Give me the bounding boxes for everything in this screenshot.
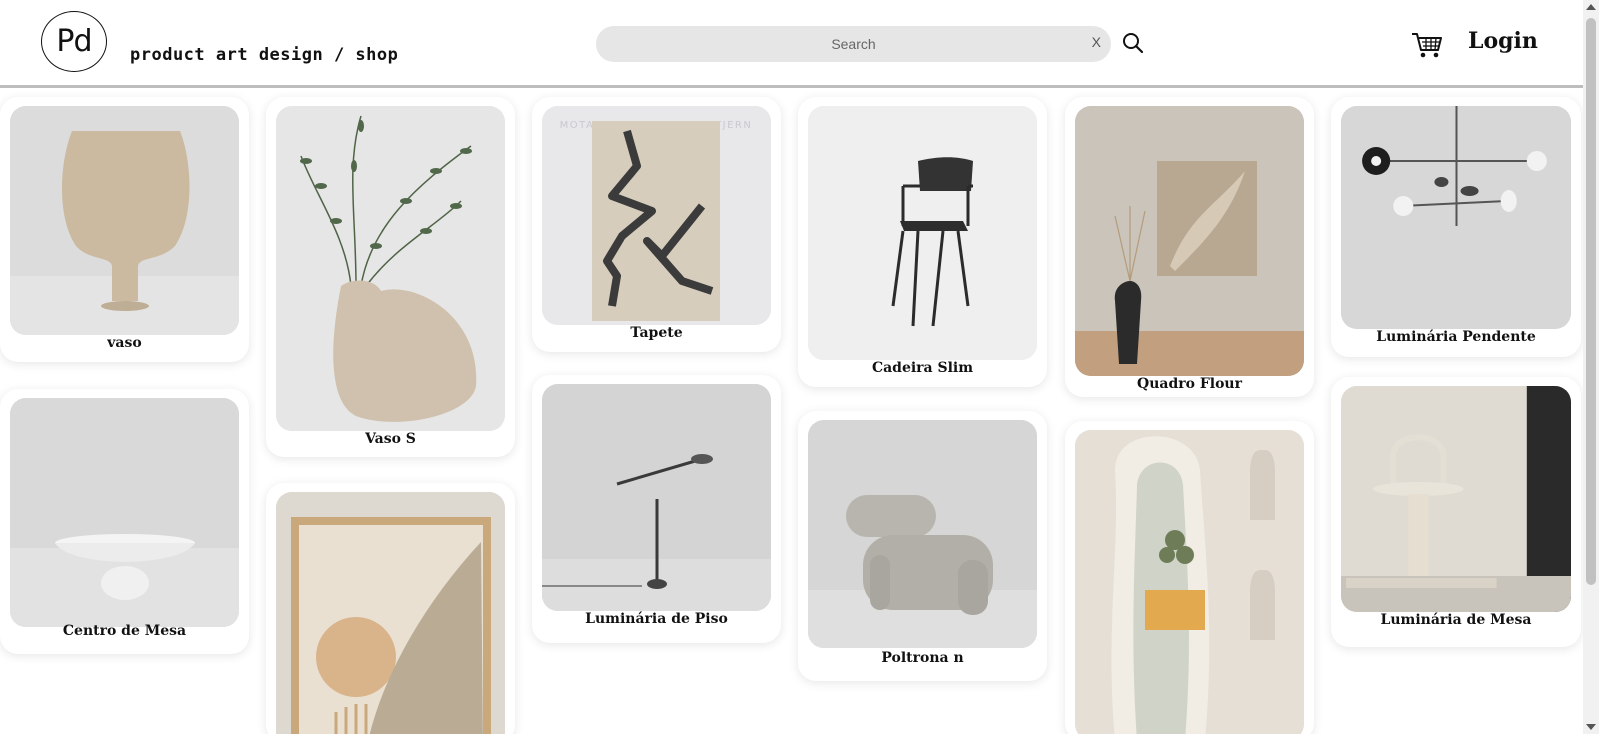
- product-grid: vaso Centro de Mesa Vaso S MOTARACI Tape…: [0, 91, 1583, 734]
- product-card-luminaria-de-mesa[interactable]: Luminária de Mesa: [1331, 377, 1581, 647]
- product-name: Luminária de Mesa: [1380, 612, 1532, 628]
- product-card-tapete[interactable]: MOTARACI RVATA NORDSTJERN Tapete: [532, 97, 781, 352]
- scroll-down-arrow-icon[interactable]: [1586, 724, 1596, 730]
- product-name: Poltrona n: [881, 650, 964, 666]
- product-name: Luminária Pendente: [1376, 329, 1536, 345]
- logo-text: Pd: [56, 24, 92, 59]
- product-image-quadro: [276, 492, 505, 734]
- logo[interactable]: Pd: [41, 11, 107, 72]
- product-card-luminaria-pendente[interactable]: Luminária Pendente: [1331, 97, 1581, 357]
- product-image-vaso: [10, 106, 239, 335]
- product-card-centro-de-mesa[interactable]: Centro de Mesa: [0, 389, 249, 654]
- product-image-tapete: MOTARACI RVATA NORDSTJERN: [542, 106, 771, 325]
- product-card-espelho[interactable]: [1065, 421, 1314, 734]
- search-input[interactable]: [596, 26, 1111, 62]
- product-card-luminaria-de-piso[interactable]: Luminária de Piso: [532, 375, 781, 643]
- brand-tagline: product art design / shop: [130, 45, 399, 65]
- product-name: vaso: [107, 335, 142, 351]
- product-name: Cadeira Slim: [871, 360, 974, 376]
- product-image-centro-de-mesa: [10, 398, 239, 627]
- search-icon[interactable]: [1121, 31, 1145, 55]
- product-image-espelho: [1075, 430, 1304, 734]
- product-image-vaso-s: [276, 106, 505, 431]
- product-name: Vaso S: [365, 431, 416, 447]
- product-image-luminaria-de-piso: [542, 384, 771, 611]
- product-card-cadeira-slim[interactable]: Cadeira Slim: [798, 97, 1047, 387]
- product-name: Luminária de Piso: [585, 611, 728, 627]
- page-scrollbar[interactable]: [1583, 0, 1599, 734]
- scroll-up-arrow-icon[interactable]: [1586, 4, 1596, 10]
- product-card-vaso-s[interactable]: Vaso S: [266, 97, 515, 457]
- product-name: Quadro Flour: [1137, 376, 1242, 392]
- product-card-quadro-flour[interactable]: Quadro Flour: [1065, 97, 1314, 397]
- product-image-cadeira-slim: [808, 106, 1037, 360]
- product-image-luminaria-pendente: [1341, 106, 1571, 329]
- search-clear-button[interactable]: X: [1092, 34, 1101, 50]
- search-bar: X: [596, 26, 1111, 62]
- cart-icon[interactable]: [1410, 28, 1444, 62]
- product-card-quadro[interactable]: [266, 483, 515, 734]
- product-image-poltrona-n: [808, 420, 1037, 648]
- product-image-luminaria-de-mesa: [1341, 386, 1571, 612]
- product-card-vaso[interactable]: vaso: [0, 97, 249, 362]
- product-image-quadro-flour: [1075, 106, 1304, 376]
- scroll-thumb[interactable]: [1586, 18, 1596, 585]
- login-link[interactable]: Login: [1468, 28, 1538, 54]
- product-card-poltrona-n[interactable]: Poltrona n: [798, 411, 1047, 681]
- site-header: Pd product art design / shop X Login: [0, 0, 1583, 88]
- product-name: Centro de Mesa: [62, 623, 187, 639]
- product-name: Tapete: [630, 325, 683, 341]
